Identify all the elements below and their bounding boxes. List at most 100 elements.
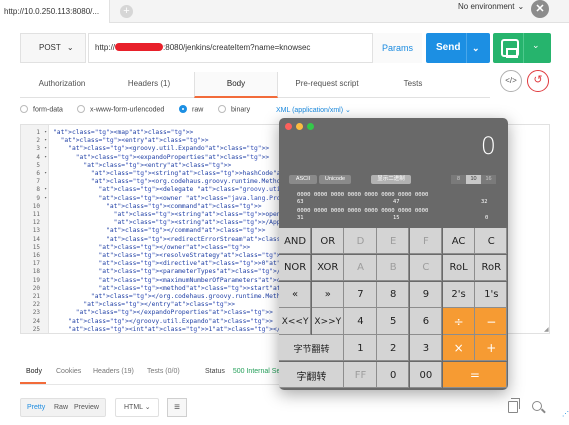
binary-bits-row-2[interactable]: 0000 0000 0000 0000 0000 0000 0000 0000 (297, 208, 428, 214)
copy-icon[interactable] (508, 398, 520, 413)
key-digit-8[interactable]: 8 (377, 281, 410, 308)
code-line: "at">class="tg"></entry"at">class="tg">> (83, 301, 236, 309)
generate-code-button[interactable]: </> (500, 70, 522, 92)
key-digit-2[interactable]: 2 (377, 335, 410, 362)
radio-form-data[interactable]: form-data (20, 105, 63, 113)
close-icon[interactable]: ✕ (531, 0, 549, 18)
key-rotate-left[interactable]: RoL (442, 254, 475, 282)
key-add[interactable]: + (475, 335, 508, 362)
key-and[interactable]: AND (279, 228, 312, 255)
key-divide[interactable]: ÷ (442, 308, 475, 335)
bit-index: 0 (485, 215, 489, 221)
line-number-text: 16 (32, 252, 40, 259)
key-digit-6[interactable]: 6 (409, 308, 442, 335)
key-subtract[interactable]: − (475, 308, 508, 335)
params-button[interactable]: Params (372, 33, 422, 63)
url-prefix: http:// (95, 43, 116, 52)
key-digit-d[interactable]: D (344, 228, 377, 255)
key-ff[interactable]: FF (344, 362, 377, 389)
key-ones-complement[interactable]: 1's (475, 281, 508, 308)
base-8-button[interactable]: 8 (451, 175, 466, 184)
response-tab-headers[interactable]: Headers (19) (93, 368, 134, 375)
binary-bits-row-1[interactable]: 0000 0000 0000 0000 0000 0000 0000 0000 (297, 192, 428, 198)
key-digit-f[interactable]: F (409, 228, 442, 255)
plus-icon[interactable]: + (120, 5, 133, 18)
calculator-window[interactable]: 0 ASCII Unicode 显示二进制 8 10 16 0000 0000 … (279, 118, 508, 390)
radio-x-www-form-urlencoded[interactable]: x-www-form-urlencoded (77, 105, 164, 113)
fold-toggle-icon[interactable]: ▾ (44, 130, 47, 135)
language-select[interactable]: HTML ⌄ (115, 398, 159, 417)
key-double-zero[interactable]: 00 (409, 362, 442, 389)
method-select[interactable]: POST ⌄ (20, 33, 86, 63)
tab-body[interactable]: Body (194, 72, 278, 98)
window-minimize-icon[interactable] (296, 123, 303, 130)
key-byte-flip[interactable]: 字节翻转 (279, 335, 344, 362)
code-line: "at">class="tg"></groovy.util.Expando"at… (68, 317, 273, 325)
tab-headers[interactable]: Headers (1) (104, 72, 194, 98)
request-tab[interactable]: http://10.0.250.113:8080/... (0, 0, 110, 23)
key-shift-left-y[interactable]: X<<Y (279, 308, 312, 335)
window-zoom-icon[interactable] (307, 123, 314, 130)
format-preview[interactable]: Preview (74, 399, 99, 416)
reset-icon[interactable]: ↺ (527, 70, 549, 92)
key-shift-right[interactable]: » (311, 281, 344, 308)
key-digit-e[interactable]: E (377, 228, 410, 255)
key-shift-left[interactable]: « (279, 281, 312, 308)
key-digit-4[interactable]: 4 (344, 308, 377, 335)
fold-toggle-icon[interactable]: ▾ (44, 171, 47, 176)
key-digit-b[interactable]: B (377, 254, 410, 282)
fold-toggle-icon[interactable]: ▾ (44, 146, 47, 151)
chevron-down-icon[interactable]: ⌄ (532, 40, 540, 51)
radio-binary[interactable]: binary (218, 105, 250, 113)
key-clear[interactable]: C (475, 228, 508, 255)
key-digit-a[interactable]: A (344, 254, 377, 282)
format-raw[interactable]: Raw (54, 399, 68, 416)
format-pretty[interactable]: Pretty (27, 399, 45, 416)
key-or[interactable]: OR (311, 228, 344, 255)
key-digit-7[interactable]: 7 (344, 281, 377, 308)
base-16-button[interactable]: 16 (481, 175, 496, 184)
radio-dot-selected (179, 105, 187, 113)
key-twos-complement[interactable]: 2's (442, 281, 475, 308)
key-rotate-right[interactable]: RoR (475, 254, 508, 282)
key-multiply[interactable]: × (442, 335, 475, 362)
response-tab-tests[interactable]: Tests (0/0) (147, 368, 180, 375)
chevron-down-icon[interactable]: ⌄ (472, 33, 480, 63)
show-binary-button[interactable]: 显示二进制 (371, 175, 411, 184)
key-clear[interactable]: C (409, 254, 442, 282)
wrap-lines-icon[interactable]: ≡ (167, 398, 187, 417)
fold-toggle-icon[interactable]: ▾ (44, 187, 47, 192)
key-shift-right-y[interactable]: X>>Y (311, 308, 344, 335)
response-tab-cookies[interactable]: Cookies (56, 368, 81, 375)
url-input[interactable]: http://:8080/jenkins/createItem?name=kno… (88, 33, 420, 63)
format-toggle: Pretty Raw Preview (20, 398, 106, 417)
radio-raw[interactable]: raw (179, 105, 203, 113)
resize-handle-icon[interactable]: ◢ (544, 326, 549, 333)
key-digit-1[interactable]: 1 (344, 335, 377, 362)
response-tab-body[interactable]: Body (26, 368, 42, 375)
key-digit-3[interactable]: 3 (409, 335, 442, 362)
key-digit-9[interactable]: 9 (409, 281, 442, 308)
send-button[interactable]: Send ⌄ (426, 33, 490, 63)
fold-toggle-icon[interactable]: ▾ (44, 196, 47, 201)
base-10-button[interactable]: 10 (466, 175, 481, 184)
fold-toggle-icon[interactable]: ▾ (44, 138, 47, 143)
environment-select[interactable]: No environment ⌄ (458, 2, 524, 11)
fold-toggle-icon[interactable]: ▾ (44, 155, 47, 160)
mode-unicode-button[interactable]: Unicode (319, 175, 351, 184)
mode-ascii-button[interactable]: ASCII (289, 175, 317, 184)
tab-tests[interactable]: Tests (376, 72, 450, 98)
key-all-clear[interactable]: AC (442, 228, 475, 255)
key-equals[interactable]: = (442, 362, 508, 389)
search-icon[interactable] (532, 401, 542, 411)
key-word-flip[interactable]: 字翻转 (279, 362, 344, 389)
window-close-icon[interactable] (285, 123, 292, 130)
key-digit-5[interactable]: 5 (377, 308, 410, 335)
tab-pre-request-script[interactable]: Pre-request script (278, 72, 376, 98)
key-xor[interactable]: XOR (311, 254, 344, 282)
content-type-select[interactable]: XML (application/xml) ⌄ (276, 106, 351, 114)
key-nor[interactable]: NOR (279, 254, 312, 282)
save-button[interactable]: ⌄ (493, 33, 551, 63)
key-digit-0[interactable]: 0 (377, 362, 410, 389)
tab-authorization[interactable]: Authorization (20, 72, 104, 98)
